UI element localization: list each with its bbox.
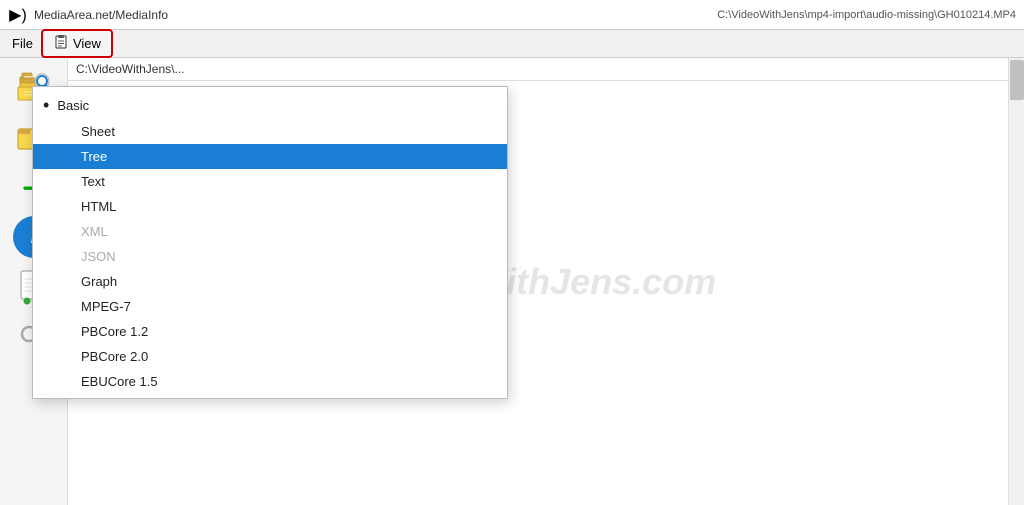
dropdown-item-ebucore15[interactable]: EBUCore 1.5	[33, 369, 507, 394]
view-label: View	[73, 36, 101, 51]
dropdown-item-text[interactable]: Text	[33, 169, 507, 194]
bullet-icon: •	[43, 96, 49, 114]
scrollbar-thumb[interactable]	[1010, 60, 1024, 100]
view-menu-button[interactable]: View	[41, 29, 113, 58]
file-path-text: C:\VideoWithJens\...	[76, 62, 185, 76]
dropdown-item-pbcore12-label: PBCore 1.2	[81, 324, 148, 339]
dropdown-item-tree-label: Tree	[81, 149, 107, 164]
dropdown-item-graph[interactable]: Graph	[33, 269, 507, 294]
dropdown-item-json-label: JSON	[81, 249, 116, 264]
file-path-bar: C:\VideoWithJens\...	[68, 58, 1024, 81]
dropdown-item-pbcore20-label: PBCore 2.0	[81, 349, 148, 364]
view-button-icon	[53, 34, 69, 53]
app-icon: ▶)	[8, 5, 28, 25]
dropdown-item-html-label: HTML	[81, 199, 116, 214]
dropdown-item-text-label: Text	[81, 174, 105, 189]
dropdown-item-mpeg7[interactable]: MPEG-7	[33, 294, 507, 319]
dropdown-item-sheet-label: Sheet	[81, 124, 115, 139]
dropdown-item-xml[interactable]: XML	[33, 219, 507, 244]
file-menu[interactable]: File	[4, 33, 41, 54]
dropdown-item-pbcore20[interactable]: PBCore 2.0	[33, 344, 507, 369]
dropdown-item-graph-label: Graph	[81, 274, 117, 289]
dropdown-item-basic[interactable]: • Basic	[33, 91, 507, 119]
dropdown-item-pbcore12[interactable]: PBCore 1.2	[33, 319, 507, 344]
dropdown-item-tree[interactable]: Tree	[33, 144, 507, 169]
dropdown-item-json[interactable]: JSON	[33, 244, 507, 269]
main-area: ➜ i	[0, 58, 1024, 505]
dropdown-item-sheet[interactable]: Sheet	[33, 119, 507, 144]
dropdown-item-html[interactable]: HTML	[33, 194, 507, 219]
title-bar: ▶) MediaArea.net/MediaInfo C:\VideoWithJ…	[0, 0, 1024, 30]
title-file-path: C:\VideoWithJens\mp4-import\audio-missin…	[717, 9, 1016, 21]
dropdown-item-ebucore15-label: EBUCore 1.5	[81, 374, 158, 389]
menu-bar: File View	[0, 30, 1024, 58]
app-name: MediaArea.net/MediaInfo	[34, 8, 717, 22]
scrollbar[interactable]	[1008, 58, 1024, 505]
dropdown-item-basic-label: Basic	[57, 98, 89, 113]
view-dropdown-menu: • Basic Sheet Tree Text HTML XML JSON	[32, 86, 508, 399]
dropdown-item-mpeg7-label: MPEG-7	[81, 299, 131, 314]
dropdown-item-xml-label: XML	[81, 224, 108, 239]
